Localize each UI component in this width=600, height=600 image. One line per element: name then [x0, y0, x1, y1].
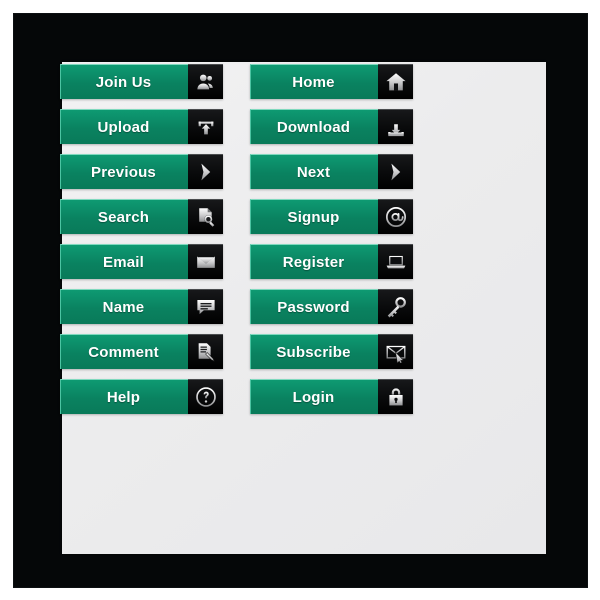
- button-label: Email: [60, 244, 188, 279]
- button-label: Help: [60, 379, 188, 414]
- button-label: Comment: [60, 334, 188, 369]
- button-comment[interactable]: Comment: [60, 334, 223, 369]
- house-icon: [378, 64, 413, 99]
- upload-arrow-icon: [188, 109, 223, 144]
- button-subscribe[interactable]: Subscribe: [250, 334, 413, 369]
- button-next[interactable]: Next: [250, 154, 413, 189]
- button-home[interactable]: Home: [250, 64, 413, 99]
- padlock-icon: [378, 379, 413, 414]
- button-label: Download: [250, 109, 378, 144]
- button-label: Next: [250, 154, 378, 189]
- button-label: Password: [250, 289, 378, 324]
- button-label: Home: [250, 64, 378, 99]
- chevron-right-icon: [378, 154, 413, 189]
- button-register[interactable]: Register: [250, 244, 413, 279]
- at-sign-icon: [378, 199, 413, 234]
- button-label: Upload: [60, 109, 188, 144]
- button-join-us[interactable]: Join Us: [60, 64, 223, 99]
- button-grid: Join Us Upload Previous Search Email Name Comm…: [60, 64, 423, 414]
- button-password[interactable]: Password: [250, 289, 413, 324]
- key-icon: [378, 289, 413, 324]
- button-signup[interactable]: Signup: [250, 199, 413, 234]
- button-label: Register: [250, 244, 378, 279]
- button-label: Previous: [60, 154, 188, 189]
- download-arrow-icon: [378, 109, 413, 144]
- button-upload[interactable]: Upload: [60, 109, 223, 144]
- envelope-cursor-icon: [378, 334, 413, 369]
- laptop-icon: [378, 244, 413, 279]
- speech-bubble-icon: [188, 289, 223, 324]
- button-email[interactable]: Email: [60, 244, 223, 279]
- button-search[interactable]: Search: [60, 199, 223, 234]
- button-name[interactable]: Name: [60, 289, 223, 324]
- button-label: Join Us: [60, 64, 188, 99]
- chevron-right-icon: [188, 154, 223, 189]
- button-label: Subscribe: [250, 334, 378, 369]
- question-mark-circle-icon: [188, 379, 223, 414]
- poster-canvas: Join Us Upload Previous Search Email Name Comm…: [0, 0, 600, 600]
- button-download[interactable]: Download: [250, 109, 413, 144]
- button-label: Search: [60, 199, 188, 234]
- document-magnifier-icon: [188, 199, 223, 234]
- button-label: Signup: [250, 199, 378, 234]
- button-previous[interactable]: Previous: [60, 154, 223, 189]
- button-label: Name: [60, 289, 188, 324]
- button-help[interactable]: Help: [60, 379, 223, 414]
- envelope-icon: [188, 244, 223, 279]
- button-login[interactable]: Login: [250, 379, 413, 414]
- users-icon: [188, 64, 223, 99]
- left-column: Join Us Upload Previous Search Email Name Comm…: [60, 64, 223, 414]
- document-pen-icon: [188, 334, 223, 369]
- right-column: Home Download Next Signup Register Password Su…: [250, 64, 413, 414]
- button-label: Login: [250, 379, 378, 414]
